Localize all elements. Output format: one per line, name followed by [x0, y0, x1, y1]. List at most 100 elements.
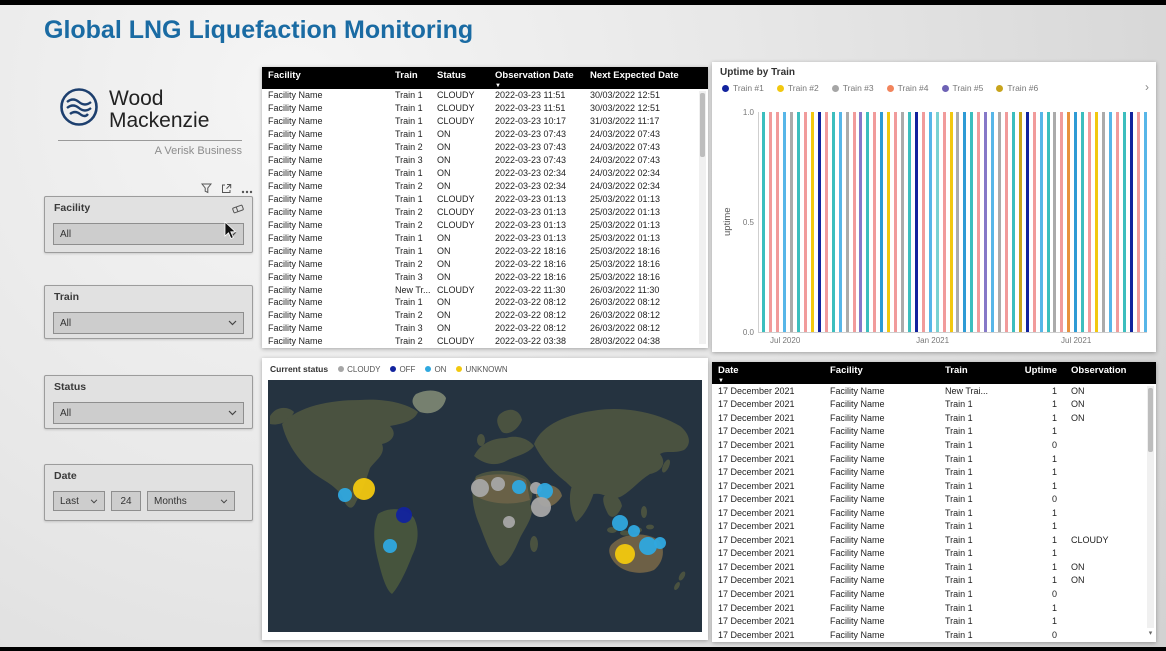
- legend-item-train-6[interactable]: Train #6: [996, 83, 1038, 93]
- scrollbar-thumb[interactable]: [700, 93, 705, 157]
- table-row[interactable]: Facility NameTrain 1ON2022-03-22 18:1625…: [262, 244, 708, 257]
- date-slicer-label: Date: [54, 470, 77, 482]
- table-row[interactable]: 17 December 2021Facility NameNew Trai...…: [712, 384, 1156, 398]
- date-range-value-input[interactable]: 24: [111, 491, 141, 511]
- table-row[interactable]: 17 December 2021Facility NameTrain 10: [712, 492, 1156, 506]
- map-legend-item-on[interactable]: ON: [425, 365, 446, 374]
- legend-scroll-right-icon[interactable]: ›: [1145, 80, 1149, 94]
- table-row[interactable]: Facility NameTrain 1CLOUDY2022-03-23 10:…: [262, 115, 708, 128]
- table-row[interactable]: Facility NameTrain 1ON2022-03-23 02:3424…: [262, 167, 708, 180]
- facility-marker-off[interactable]: [396, 507, 412, 523]
- date-range-unit-dropdown[interactable]: Months: [147, 491, 235, 511]
- clear-selections-icon[interactable]: [232, 202, 245, 220]
- table-row[interactable]: Facility NameTrain 1ON2022-03-23 01:1325…: [262, 231, 708, 244]
- table-row[interactable]: Facility NameTrain 2ON2022-03-22 08:1226…: [262, 309, 708, 322]
- legend-item-train-1[interactable]: Train #1: [722, 83, 764, 93]
- table-row[interactable]: Facility NameTrain 1ON2022-03-22 08:1226…: [262, 296, 708, 309]
- facility-marker-cloudy[interactable]: [503, 516, 515, 528]
- legend-label: ON: [434, 365, 446, 374]
- facility-marker-on[interactable]: [512, 480, 526, 494]
- column-header-observation[interactable]: Observation: [1059, 362, 1139, 384]
- column-header-observation-date[interactable]: Observation Date▼: [489, 67, 584, 89]
- table-row[interactable]: Facility NameNew Tr...CLOUDY2022-03-22 1…: [262, 283, 708, 296]
- table-row[interactable]: 17 December 2021Facility NameTrain 11ON: [712, 411, 1156, 425]
- facility-marker-on[interactable]: [612, 515, 628, 531]
- world-map[interactable]: [268, 380, 702, 632]
- facility-marker-on[interactable]: [628, 525, 640, 537]
- table-row[interactable]: 17 December 2021Facility NameTrain 11CLO…: [712, 533, 1156, 547]
- table-row[interactable]: Facility NameTrain 2CLOUDY2022-03-23 01:…: [262, 205, 708, 218]
- table-row[interactable]: 17 December 2021Facility NameTrain 11ON: [712, 560, 1156, 574]
- legend-item-train-4[interactable]: Train #4: [887, 83, 929, 93]
- table-row[interactable]: Facility NameTrain 2ON2022-03-23 07:4324…: [262, 141, 708, 154]
- table-row[interactable]: Facility NameTrain 2ON2022-03-23 02:3424…: [262, 180, 708, 193]
- table-row[interactable]: Facility NameTrain 3ON2022-03-22 18:1625…: [262, 270, 708, 283]
- column-header-facility[interactable]: Facility: [824, 362, 939, 384]
- table-row[interactable]: Facility NameTrain 1CLOUDY2022-03-23 01:…: [262, 193, 708, 206]
- column-header-uptime[interactable]: Uptime: [1014, 362, 1059, 384]
- column-header-train[interactable]: Train: [939, 362, 1014, 384]
- column-header-next-expected-date[interactable]: Next Expected Date: [584, 67, 688, 89]
- facility-dropdown[interactable]: All: [53, 223, 244, 245]
- obs-table-body: Facility NameTrain 1CLOUDY2022-03-23 11:…: [262, 89, 708, 348]
- cell: Facility Name: [824, 481, 939, 491]
- cell: New Tr...: [389, 285, 431, 295]
- scroll-down-arrow-icon[interactable]: ▾: [1146, 629, 1155, 638]
- table-row[interactable]: Facility NameTrain 3ON2022-03-22 08:1226…: [262, 322, 708, 335]
- table-row[interactable]: 17 December 2021Facility NameTrain 11: [712, 519, 1156, 533]
- facility-marker-cloudy[interactable]: [531, 497, 551, 517]
- legend-item-train-5[interactable]: Train #5: [942, 83, 984, 93]
- table-row[interactable]: 17 December 2021Facility NameTrain 10: [712, 587, 1156, 601]
- scrollbar-thumb[interactable]: [1148, 388, 1153, 452]
- cell: 1: [1014, 548, 1059, 558]
- facility-marker-unknown[interactable]: [353, 478, 375, 500]
- cell: 17 December 2021: [712, 562, 824, 572]
- logo-divider: [58, 140, 242, 141]
- cell: 24/03/2022 02:34: [584, 181, 688, 191]
- train-dropdown[interactable]: All: [53, 312, 244, 334]
- cell: Facility Name: [824, 589, 939, 599]
- table-row[interactable]: Facility NameTrain 2CLOUDY2022-03-22 03:…: [262, 335, 708, 348]
- obs-table-scrollbar[interactable]: [699, 91, 706, 344]
- daily-table-scrollbar[interactable]: [1147, 386, 1154, 628]
- table-row[interactable]: Facility NameTrain 2ON2022-03-22 18:1625…: [262, 257, 708, 270]
- date-range-mode-dropdown[interactable]: Last: [53, 491, 105, 511]
- facility-marker-on[interactable]: [639, 537, 657, 555]
- legend-item-train-3[interactable]: Train #3: [832, 83, 874, 93]
- facility-marker-cloudy[interactable]: [491, 477, 505, 491]
- table-row[interactable]: 17 December 2021Facility NameTrain 10: [712, 438, 1156, 452]
- map-legend-item-off[interactable]: OFF: [390, 365, 415, 374]
- table-row[interactable]: 17 December 2021Facility NameTrain 11: [712, 506, 1156, 520]
- map-legend-item-cloudy[interactable]: CLOUDY: [338, 365, 380, 374]
- table-row[interactable]: Facility NameTrain 3ON2022-03-23 07:4324…: [262, 154, 708, 167]
- facility-marker-on[interactable]: [338, 488, 352, 502]
- table-row[interactable]: 17 December 2021Facility NameTrain 11: [712, 425, 1156, 439]
- uptime-bar: [908, 112, 911, 332]
- table-row[interactable]: 17 December 2021Facility NameTrain 10: [712, 628, 1156, 642]
- table-row[interactable]: 17 December 2021Facility NameTrain 11: [712, 614, 1156, 628]
- table-row[interactable]: 17 December 2021Facility NameTrain 11: [712, 601, 1156, 615]
- status-dropdown[interactable]: All: [53, 402, 244, 424]
- column-header-status[interactable]: Status: [431, 67, 489, 89]
- cell: 17 December 2021: [712, 603, 824, 613]
- column-header-facility[interactable]: Facility: [262, 67, 389, 89]
- table-row[interactable]: Facility NameTrain 1CLOUDY2022-03-23 11:…: [262, 89, 708, 102]
- column-header-train[interactable]: Train: [389, 67, 431, 89]
- table-row[interactable]: Facility NameTrain 1CLOUDY2022-03-23 11:…: [262, 102, 708, 115]
- table-row[interactable]: 17 December 2021Facility NameTrain 11: [712, 465, 1156, 479]
- table-row[interactable]: Facility NameTrain 1ON2022-03-23 07:4324…: [262, 128, 708, 141]
- table-row[interactable]: 17 December 2021Facility NameTrain 11: [712, 479, 1156, 493]
- table-row[interactable]: 17 December 2021Facility NameTrain 11: [712, 452, 1156, 466]
- column-header-date[interactable]: Date▼: [712, 362, 824, 384]
- table-row[interactable]: 17 December 2021Facility NameTrain 11: [712, 547, 1156, 561]
- legend-item-train-2[interactable]: Train #2: [777, 83, 819, 93]
- table-row[interactable]: 17 December 2021Facility NameTrain 11ON: [712, 574, 1156, 588]
- facility-marker-on[interactable]: [383, 539, 397, 553]
- table-row[interactable]: Facility NameTrain 2CLOUDY2022-03-23 01:…: [262, 218, 708, 231]
- facility-marker-unknown[interactable]: [615, 544, 635, 564]
- map-legend-item-unknown[interactable]: UNKNOWN: [456, 365, 507, 374]
- facility-marker-on[interactable]: [654, 537, 666, 549]
- facility-marker-on[interactable]: [537, 483, 553, 499]
- facility-marker-cloudy[interactable]: [471, 479, 489, 497]
- table-row[interactable]: 17 December 2021Facility NameTrain 11ON: [712, 398, 1156, 412]
